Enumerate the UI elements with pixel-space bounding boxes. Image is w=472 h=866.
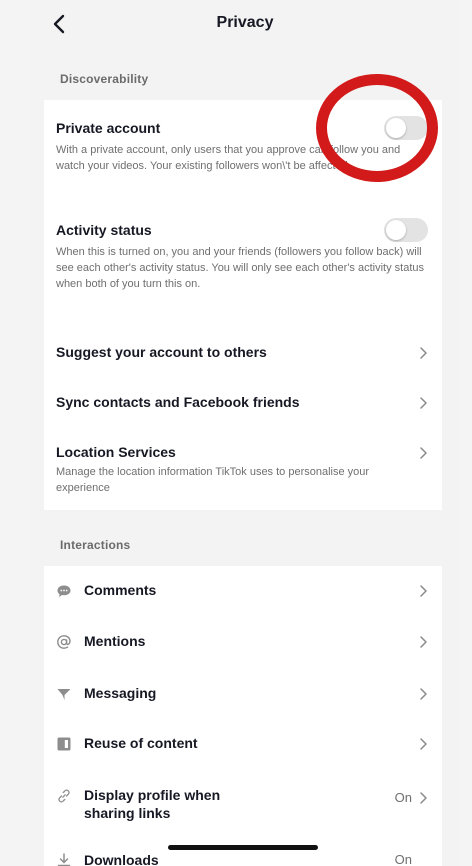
location-services-desc: Manage the location information TikTok u… <box>56 466 370 494</box>
messaging-title: Messaging <box>84 685 157 701</box>
private-account-toggle[interactable] <box>384 116 428 140</box>
display-profile-value: On <box>394 790 412 805</box>
link-icon <box>58 789 70 803</box>
discoverability-card: Private account With a private account, … <box>44 100 442 510</box>
chevron-right-icon <box>420 636 427 648</box>
download-icon <box>57 853 71 866</box>
chevron-right-icon <box>420 792 427 804</box>
downloads-title: Downloads <box>84 852 159 866</box>
section-label-interactions: Interactions <box>60 538 131 552</box>
activity-status-title: Activity status <box>56 222 152 238</box>
private-account-row: Private account With a private account, … <box>44 100 442 204</box>
toggle-knob <box>386 118 406 138</box>
chevron-right-icon <box>420 397 427 409</box>
toggle-knob <box>386 220 406 240</box>
messaging-row[interactable]: Messaging <box>44 668 442 718</box>
reuse-content-title: Reuse of content <box>84 735 198 751</box>
interactions-card: Comments Mentions Messaging Reuse of con… <box>44 566 442 866</box>
comments-title: Comments <box>84 582 157 598</box>
header: Privacy <box>30 0 460 52</box>
activity-status-row: Activity status When this is turned on, … <box>44 204 442 342</box>
privacy-screen: Privacy Discoverability Private account … <box>30 0 460 866</box>
reuse-content-row[interactable]: Reuse of content <box>44 718 442 770</box>
suggest-account-row[interactable]: Suggest your account to others <box>44 332 442 384</box>
private-account-title: Private account <box>56 120 161 136</box>
activity-status-toggle[interactable] <box>384 218 428 242</box>
chevron-right-icon <box>420 447 427 459</box>
location-services-row[interactable]: Location Services Manage the location in… <box>44 434 442 510</box>
at-icon <box>57 635 71 649</box>
display-profile-title: Display profile when sharing links <box>84 787 221 821</box>
mentions-title: Mentions <box>84 633 146 649</box>
chevron-right-icon <box>420 585 427 597</box>
chevron-right-icon <box>420 347 427 359</box>
section-label-discoverability: Discoverability <box>60 72 149 86</box>
page-title: Privacy <box>216 14 274 31</box>
chevron-right-icon <box>420 738 427 750</box>
comments-row[interactable]: Comments <box>44 566 442 616</box>
activity-status-desc: When this is turned on, you and your fri… <box>56 246 425 290</box>
downloads-row[interactable]: Downloads On <box>44 836 442 866</box>
chevron-right-icon <box>420 688 427 700</box>
suggest-account-title: Suggest your account to others <box>56 344 267 360</box>
sync-contacts-row[interactable]: Sync contacts and Facebook friends <box>44 384 442 434</box>
display-profile-row[interactable]: Display profile when sharing links On <box>44 770 442 836</box>
sync-contacts-title: Sync contacts and Facebook friends <box>56 394 300 410</box>
home-indicator[interactable] <box>168 845 318 850</box>
send-icon <box>57 689 71 700</box>
mentions-row[interactable]: Mentions <box>44 616 442 668</box>
downloads-value: On <box>394 852 412 866</box>
comment-icon <box>57 585 71 597</box>
reuse-icon <box>57 737 71 751</box>
location-services-title: Location Services <box>56 444 176 460</box>
private-account-desc: With a private account, only users that … <box>56 144 401 172</box>
